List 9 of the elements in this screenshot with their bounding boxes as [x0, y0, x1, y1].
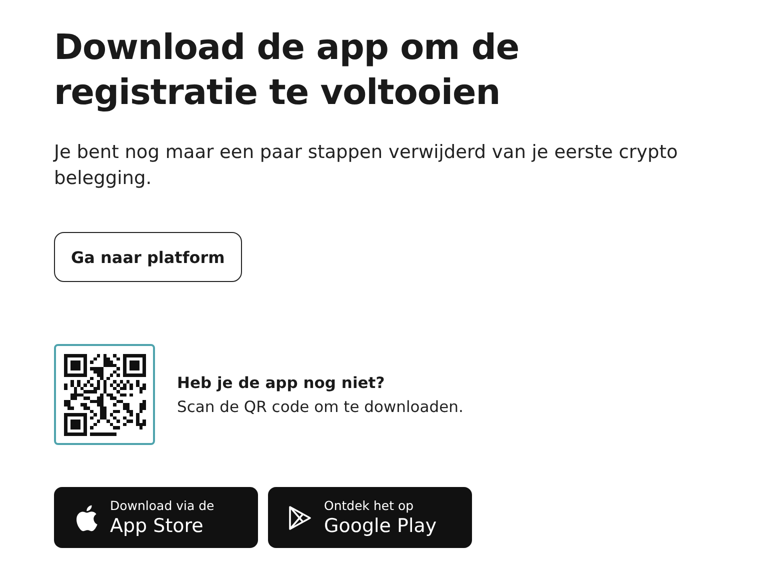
store-button[interactable]: Download via de App Store: [54, 487, 258, 548]
intro-text: Je bent nog maar een paar stappen verwijderd van je eerste crypto belegging.: [54, 141, 679, 191]
platform-button[interactable]: Ga naar platform: [54, 232, 242, 282]
qr-title: Heb je de app nog niet?: [177, 374, 386, 392]
qr-description: Scan de QR code om te downloaden.: [177, 398, 464, 416]
play-icon: [288, 504, 312, 530]
store-button[interactable]: Ontdek het op Google Play: [268, 487, 472, 548]
page-heading: Download de app om de registratie te voltooien: [54, 27, 520, 115]
apple-icon: [74, 504, 98, 532]
